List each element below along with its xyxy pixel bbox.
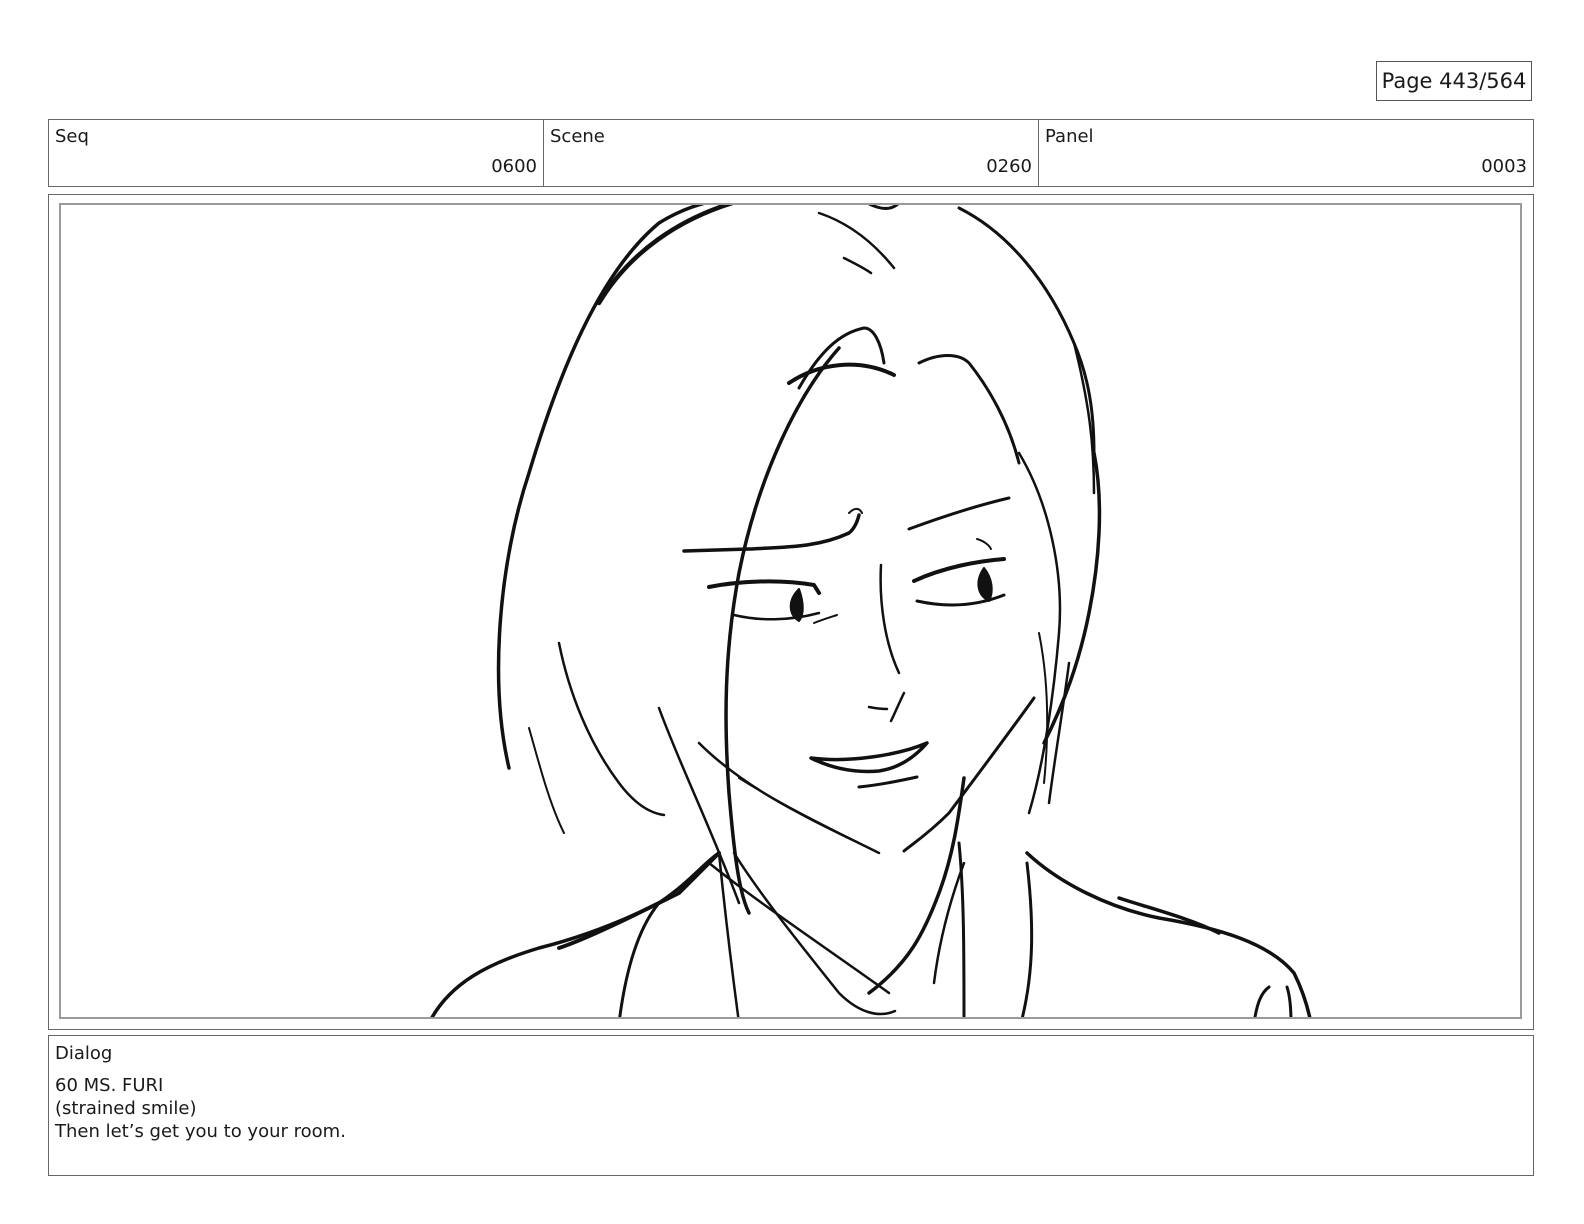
storyboard-panel-frame bbox=[48, 194, 1534, 1030]
storyboard-panel-image bbox=[59, 203, 1522, 1019]
dialog-box: Dialog 60 MS. FURI (strained smile) Then… bbox=[48, 1035, 1534, 1176]
seq-value: 0600 bbox=[491, 156, 537, 177]
dialog-line: 60 MS. FURI bbox=[55, 1075, 164, 1096]
panel-label: Panel bbox=[1045, 126, 1094, 147]
dialog-text: 60 MS. FURI (strained smile) Then let’s … bbox=[55, 1074, 346, 1143]
scene-cell: Scene 0260 bbox=[544, 120, 1039, 186]
dialog-label: Dialog bbox=[55, 1043, 113, 1064]
dialog-line: Then let’s get you to your room. bbox=[55, 1121, 346, 1142]
scene-label: Scene bbox=[550, 126, 605, 147]
seq-label: Seq bbox=[55, 126, 89, 147]
panel-cell: Panel 0003 bbox=[1039, 120, 1533, 186]
panel-info-header: Seq 0600 Scene 0260 Panel 0003 bbox=[48, 119, 1534, 187]
seq-cell: Seq 0600 bbox=[49, 120, 544, 186]
dialog-line: (strained smile) bbox=[55, 1098, 197, 1119]
panel-value: 0003 bbox=[1481, 156, 1527, 177]
scene-value: 0260 bbox=[986, 156, 1032, 177]
character-sketch bbox=[430, 205, 1312, 1017]
page-number: Page 443/564 bbox=[1376, 61, 1532, 101]
